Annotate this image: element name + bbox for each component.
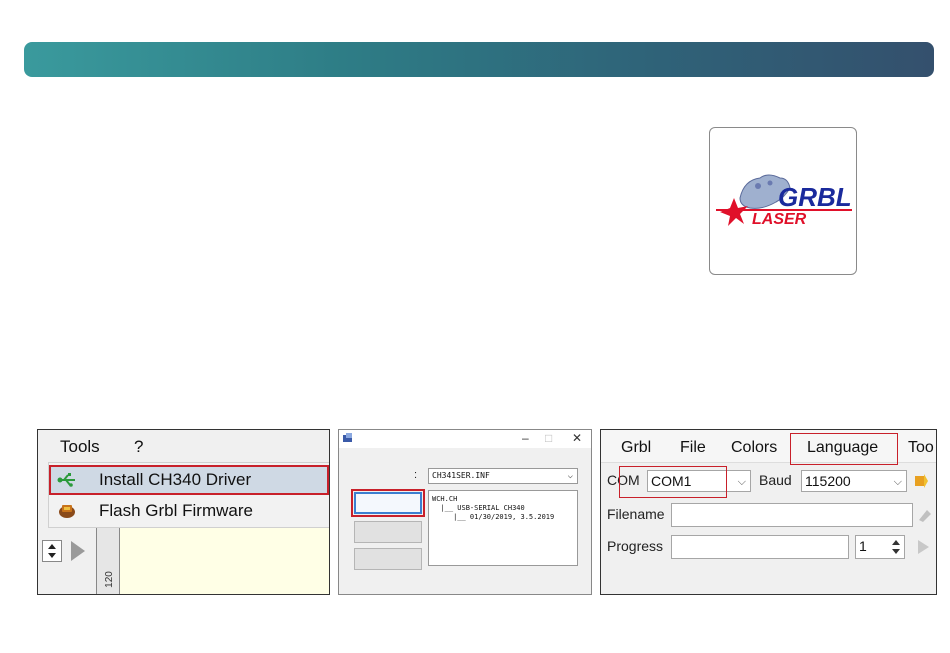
info-line: |__ 01/30/2019, 3.5.2019: [432, 513, 555, 521]
install-button[interactable]: [351, 489, 425, 517]
filename-input[interactable]: [671, 503, 913, 527]
info-line: WCH.CH: [432, 495, 458, 503]
inf-select-value: CH341SER.INF: [432, 471, 490, 480]
field-colon: :: [414, 469, 418, 481]
chip-icon: [59, 505, 75, 518]
spin-control[interactable]: [42, 540, 62, 562]
menu-file[interactable]: File: [680, 439, 706, 457]
minimize-button[interactable]: –: [522, 431, 529, 445]
menu-item-install-ch340[interactable]: Install CH340 Driver: [49, 465, 329, 495]
main-area: 120: [38, 528, 329, 594]
lasergrbl-connection-screenshot: Grbl File Colors Language Too COM COM1 ⌵…: [600, 429, 937, 595]
logo-text-laser: LASER: [752, 211, 807, 228]
open-file-icon[interactable]: [917, 506, 933, 524]
tools-menu-screenshot: Tools ? Install CH340 Driver Flash Grbl …: [37, 429, 330, 595]
ruler-label: 120: [103, 571, 115, 588]
driver-setup-screenshot: – □ ✕ : CH341SER.INF ⌵ WCH.CH |__ USB-SE…: [338, 429, 592, 595]
usb-icon: [57, 473, 75, 487]
grbl-laser-logo: GRBL LASER: [709, 127, 857, 275]
app-icon: [343, 433, 352, 442]
menu-bar: Tools ?: [38, 430, 329, 462]
menu-item-label: Install CH340 Driver: [99, 470, 252, 489]
tools-dropdown: Install CH340 Driver Flash Grbl Firmware: [48, 462, 329, 528]
logo-text-grbl: GRBL: [778, 182, 852, 212]
dialog-body: : CH341SER.INF ⌵ WCH.CH |__ USB-SERIAL C…: [347, 454, 585, 588]
logo-graphic: GRBL LASER: [716, 174, 852, 228]
spin-arrows-icon: [892, 540, 900, 554]
help-button[interactable]: [354, 548, 422, 570]
passes-stepper[interactable]: 1: [855, 535, 905, 559]
language-highlight: [790, 433, 898, 465]
preview-canvas[interactable]: [120, 528, 329, 594]
vertical-ruler: 120: [96, 528, 120, 594]
close-button[interactable]: ✕: [572, 431, 582, 445]
passes-value: 1: [859, 538, 867, 554]
menu-grbl[interactable]: Grbl: [621, 439, 651, 457]
baud-label: Baud: [759, 472, 792, 488]
inf-select[interactable]: CH341SER.INF ⌵: [428, 468, 578, 484]
info-line: |__ USB-SERIAL CH340: [432, 504, 525, 512]
progress-bar: [671, 535, 849, 559]
menu-item-label: Flash Grbl Firmware: [99, 501, 253, 520]
spin-arrows-icon: [48, 544, 56, 558]
menu-item-flash-firmware[interactable]: Flash Grbl Firmware: [49, 496, 329, 526]
baud-select[interactable]: 115200 ⌵: [801, 470, 907, 492]
maximize-button[interactable]: □: [545, 431, 552, 445]
run-icon[interactable]: [915, 538, 931, 556]
connect-icon[interactable]: [913, 472, 929, 490]
filename-label: Filename: [607, 506, 665, 522]
menu-help[interactable]: ?: [134, 437, 143, 457]
menu-tools[interactable]: Too: [908, 439, 934, 457]
menu-colors[interactable]: Colors: [731, 439, 777, 457]
baud-value: 115200: [805, 473, 851, 489]
progress-label: Progress: [607, 538, 664, 554]
window-titlebar: – □ ✕: [339, 430, 591, 448]
menu-tools[interactable]: Tools: [60, 437, 100, 457]
play-icon[interactable]: [71, 541, 85, 561]
uninstall-button[interactable]: [354, 521, 422, 543]
driver-info-panel: WCH.CH |__ USB-SERIAL CH340 |__ 01/30/20…: [428, 490, 578, 566]
chevron-down-icon: ⌵: [737, 476, 746, 488]
com-highlight: [619, 466, 727, 498]
title-banner: [24, 42, 934, 77]
chevron-down-icon: ⌵: [567, 471, 573, 481]
chevron-down-icon: ⌵: [893, 476, 902, 488]
